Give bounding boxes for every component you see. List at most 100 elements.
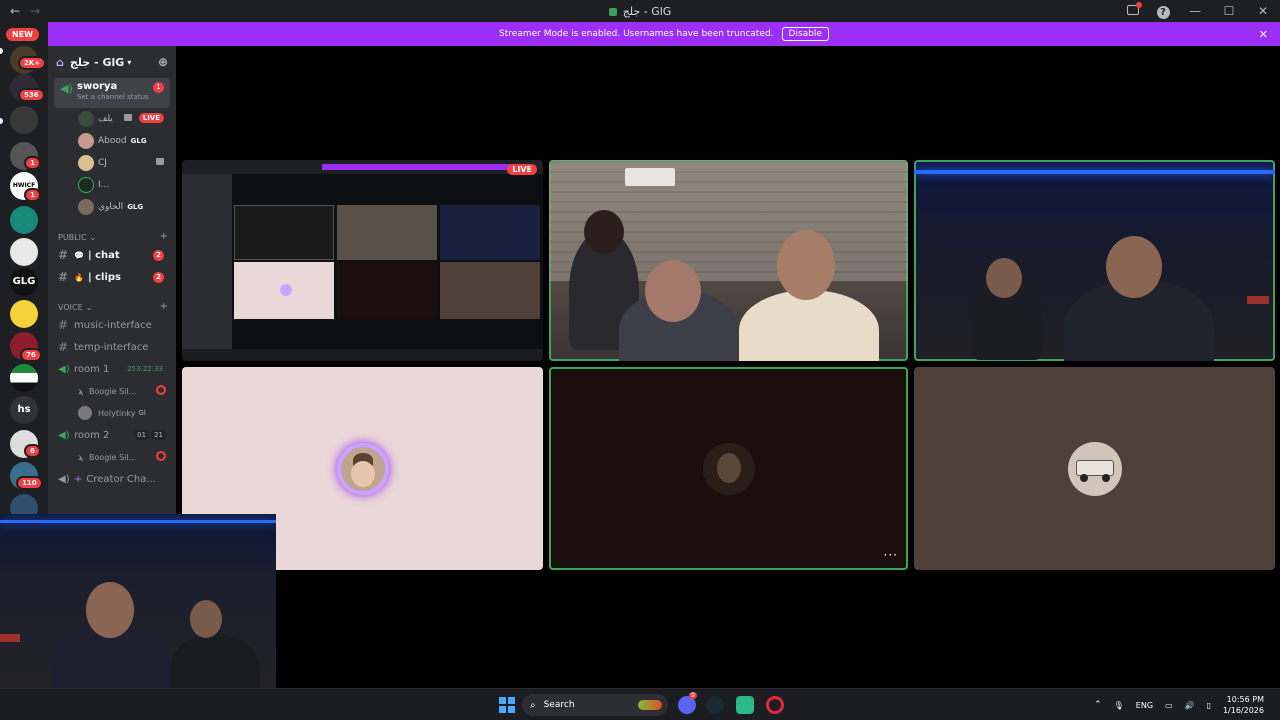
opera-gx-icon[interactable] <box>766 696 784 714</box>
server-header[interactable]: ⌂ جلج - GlG ▾ ⊕ <box>48 46 176 78</box>
voice-member[interactable]: ϡ Boogie Sil... <box>48 380 176 402</box>
avatar-tile-dark[interactable]: ··· <box>549 367 908 570</box>
person-head <box>777 230 835 300</box>
app-icon[interactable] <box>736 696 754 714</box>
screen-share-tile[interactable]: LIVE <box>182 160 543 361</box>
server-icon-hs[interactable]: hs <box>10 396 38 424</box>
more-options-icon[interactable]: ··· <box>884 548 898 562</box>
unread-pill <box>0 118 3 124</box>
unread-badge: 2 <box>153 272 164 283</box>
minimize-icon[interactable]: — <box>1178 4 1212 18</box>
chevron-down-icon: ⌄ <box>85 303 93 312</box>
banner-message: Streamer Mode is enabled. Usernames have… <box>499 29 774 39</box>
server-icon-8[interactable] <box>10 300 38 328</box>
channel-chat[interactable]: # 💬 | chat 2 <box>48 244 176 266</box>
title-bar: ← → جلج - GlG ? — ☐ ✕ <box>0 0 1280 22</box>
camera-tile-gaming[interactable] <box>914 160 1275 361</box>
channel-music-interface[interactable]: # music-interface <box>48 314 176 336</box>
network-icon[interactable]: ▭ <box>1165 701 1173 710</box>
channel-status[interactable]: Set a channel status <box>77 93 170 101</box>
hash-icon: # <box>58 270 69 284</box>
volume-icon[interactable]: 🔊 <box>1185 701 1195 710</box>
server-icon-glg[interactable]: GLG <box>10 268 38 296</box>
search-icon: ⌕ <box>530 699 536 711</box>
speech-bubble-icon: 💬 <box>74 250 84 260</box>
channel-clips[interactable]: # 🔥 | clips 2 <box>48 266 176 288</box>
category-public[interactable]: PUBLIC ⌄ + <box>48 224 176 244</box>
server-icon <box>608 7 617 16</box>
back-arrow-icon[interactable]: ← <box>10 4 20 18</box>
bot-icon: ϡ <box>78 386 84 396</box>
user-avatar <box>336 442 389 495</box>
user-avatar <box>1067 441 1122 496</box>
stream-icon <box>156 451 166 461</box>
person <box>170 634 260 692</box>
channel-temp-interface[interactable]: # temp-interface <box>48 336 176 358</box>
server-icon-10[interactable] <box>10 364 38 392</box>
disable-button[interactable]: Disable <box>781 27 829 41</box>
server-icon-3[interactable] <box>10 106 38 134</box>
chevron-up-icon[interactable]: ⌃ <box>1094 700 1102 710</box>
voice-member[interactable]: CJ <box>48 152 176 174</box>
hash-icon: # <box>58 248 69 262</box>
clock-date: 1/16/2026 <box>1222 706 1264 715</box>
speaker-icon: ◀) <box>58 363 70 375</box>
person-head <box>986 258 1022 298</box>
voice-member[interactable]: الحاوي GLG <box>48 196 176 218</box>
voice-member[interactable]: ϡ Boogie Sil... <box>48 446 176 468</box>
close-banner-icon[interactable]: ✕ <box>1259 28 1268 41</box>
voice-member[interactable]: يلف LIVE <box>48 108 176 130</box>
add-channel-icon[interactable]: + <box>160 231 168 242</box>
speaker-icon: ◀) <box>58 473 70 485</box>
air-conditioner <box>625 168 675 186</box>
hash-icon: # <box>58 318 69 332</box>
steam-app-icon[interactable] <box>706 696 724 714</box>
active-voice-channel[interactable]: ◀) sworya Set a channel status 1 <box>54 78 170 108</box>
avatar <box>78 199 94 215</box>
camera-tile-room[interactable] <box>549 160 908 361</box>
battery-icon[interactable]: ▯ <box>1207 701 1211 710</box>
server-icon-6[interactable] <box>10 206 38 234</box>
user-limit: 01 21 <box>134 430 166 440</box>
microphone-icon[interactable]: 🎙 <box>1114 701 1124 710</box>
avatar-face <box>716 452 741 483</box>
speaker-icon: ◀) <box>60 82 73 95</box>
chevron-down-icon: ⌄ <box>89 233 97 242</box>
invite-icon[interactable]: ⊕ <box>158 55 168 69</box>
server-name: جلج - GlG <box>69 55 125 69</box>
taskbar-search[interactable]: ⌕ Search <box>522 694 668 716</box>
category-voice[interactable]: VOICE ⌄ + <box>48 294 176 314</box>
windows-start-icon[interactable] <box>499 697 515 713</box>
unread-pill <box>0 48 3 54</box>
mini-taskbar <box>182 349 543 361</box>
person-head <box>86 582 134 638</box>
add-channel-icon[interactable]: + <box>160 301 168 312</box>
inbox-icon[interactable] <box>1118 2 1148 18</box>
language-indicator[interactable]: ENG <box>1136 701 1153 710</box>
clock[interactable]: 10:56 PM 1/16/2026 <box>1223 694 1264 716</box>
channel-timer: 253:22:33 <box>127 365 163 373</box>
creator-channel[interactable]: ◀) + Creator Cha... <box>48 468 176 490</box>
voice-channel-room-2[interactable]: ◀) room 2 01 21 <box>48 424 176 446</box>
voice-channel-room-1[interactable]: ◀) room 1 253:22:33 <box>48 358 176 380</box>
mini-tile <box>337 205 437 260</box>
voice-member[interactable]: Holytinky Gl <box>48 402 176 424</box>
server-home-icon: ⌂ <box>56 55 64 69</box>
camera-icon <box>124 114 132 121</box>
server-icon-7[interactable] <box>10 238 38 266</box>
server-badge: 1 <box>24 156 41 170</box>
self-camera-preview[interactable] <box>0 514 276 692</box>
voice-member[interactable]: Abood GLG <box>48 130 176 152</box>
server-badge: 76 <box>20 348 42 362</box>
forward-arrow-icon[interactable]: → <box>30 4 40 18</box>
close-window-icon[interactable]: ✕ <box>1246 4 1280 18</box>
windows-taskbar: ⌕ Search 9 ⌃ 🎙 ENG ▭ 🔊 ▯ 10:56 PM 1/16/2… <box>0 688 1280 720</box>
window-controls: ? — ☐ ✕ <box>1118 0 1280 22</box>
voice-member[interactable]: I... <box>48 174 176 196</box>
streamer-mode-banner: Streamer Mode is enabled. Usernames have… <box>48 22 1280 46</box>
person-head <box>1106 236 1162 298</box>
help-icon[interactable]: ? <box>1148 4 1178 19</box>
window-title: جلج - GlG <box>0 5 1280 18</box>
avatar-tile-brown[interactable] <box>914 367 1275 570</box>
maximize-icon[interactable]: ☐ <box>1212 4 1246 18</box>
